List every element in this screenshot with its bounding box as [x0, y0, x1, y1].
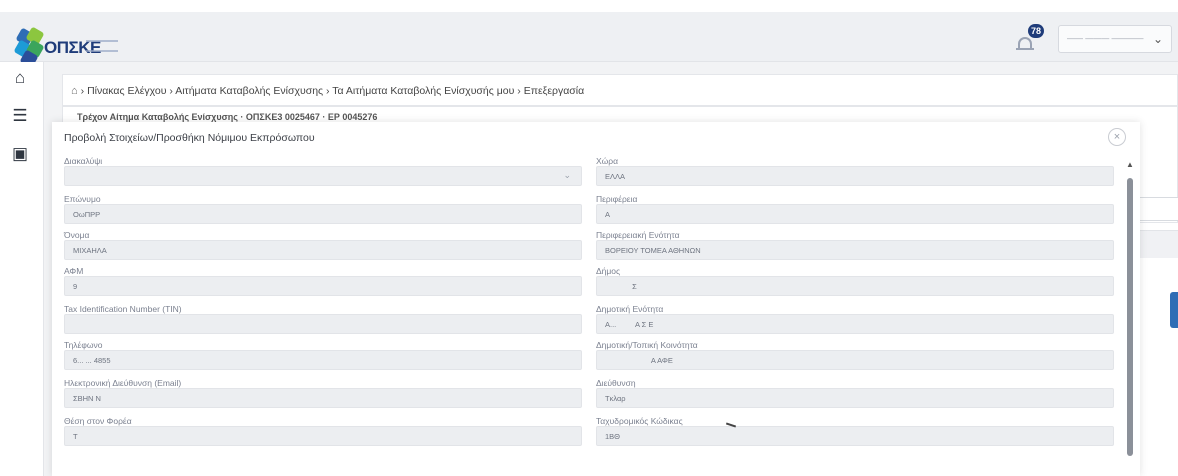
- field-label-surname: Επώνυμο: [64, 194, 101, 204]
- field-label-first-name: Όνομα: [64, 230, 90, 240]
- field-label-municipal-unit: Δημοτική Ενότητα: [596, 304, 664, 314]
- first-name-value: ΜΙΧΑΗΛΑ: [73, 246, 107, 255]
- home-icon[interactable]: ⌂: [9, 68, 31, 88]
- settings-tab-button[interactable]: [1170, 292, 1178, 328]
- address-field[interactable]: Τκλαρ: [596, 388, 1114, 408]
- field-label-position: Θέση στον Φορέα: [64, 416, 132, 426]
- regional-unit-field[interactable]: ΒΟΡΕΙΟΥ ΤΟΜΕΑ ΑΘΗΝΩΝ: [596, 240, 1114, 260]
- municipality-field[interactable]: Σ: [596, 276, 1114, 296]
- municipal-unit-field[interactable]: Α... Α Σ Ε: [596, 314, 1114, 334]
- chevron-down-icon: ⌄: [1152, 32, 1163, 46]
- municipality-value: Σ: [605, 282, 637, 291]
- field-label-email: Ηλεκτρονική Διεύθυνση (Email): [64, 378, 182, 388]
- background-card-title: Τρέχον Αίτημα Καταβολής Ενίσχυσης · ΟΠΣΚ…: [77, 112, 378, 122]
- postal-code-value: 1ΒΘ: [605, 432, 621, 441]
- municipal-unit-value: Α... Α Σ Ε: [605, 320, 654, 329]
- address-value: Τκλαρ: [605, 394, 626, 403]
- region-field[interactable]: Α: [596, 204, 1114, 224]
- breadcrumb-text[interactable]: › Πίνακας Ελέγχου › Αιτήματα Καταβολής Ε…: [81, 85, 585, 97]
- email-value: ΣΒΗΝ Ν: [73, 394, 101, 403]
- field-label-phone: Τηλέφωνο: [64, 340, 103, 350]
- surname-field[interactable]: ΟωΠΡΡ: [64, 204, 582, 224]
- header-bar: ΟΠΣΚΕ: [0, 12, 1178, 69]
- phone-field[interactable]: 6... ... 4855: [64, 350, 582, 370]
- home-icon[interactable]: ⌂: [71, 85, 78, 97]
- user-dropdown-value: —— ——— ————: [1067, 34, 1144, 43]
- field-label-country: Χώρα: [596, 156, 619, 166]
- notification-count-badge: 78: [1028, 24, 1045, 38]
- modal-scrollbar[interactable]: ▲: [1126, 160, 1134, 474]
- sliders-icon[interactable]: ☰: [9, 106, 31, 126]
- position-value: Τ: [73, 432, 78, 441]
- breadcrumb-bar: ⌂ › Πίνακας Ελέγχου › Αιτήματα Καταβολής …: [62, 74, 1178, 106]
- postal-code-field[interactable]: 1ΒΘ: [596, 426, 1114, 446]
- logo-subtitle-lines: [86, 40, 118, 52]
- phone-value: 6... ... 4855: [73, 356, 111, 365]
- background-side-card: [1134, 222, 1178, 476]
- top-spacer: [0, 0, 1178, 12]
- close-icon[interactable]: ×: [1108, 128, 1126, 146]
- legal-representative-modal: Προβολή Στοιχείων/Προσθήκη Νόμιμου Εκπρό…: [52, 122, 1140, 476]
- breadcrumb: ⌂ › Πίνακας Ελέγχου › Αιτήματα Καταβολής …: [71, 85, 584, 97]
- field-label-region: Περιφέρεια: [596, 194, 638, 204]
- email-field[interactable]: ΣΒΗΝ Ν: [64, 388, 582, 408]
- field-label-address: Διεύθυνση: [596, 378, 636, 388]
- country-field[interactable]: ΕΛΛΑ: [596, 166, 1114, 186]
- screen-icon[interactable]: ▣: [9, 144, 31, 164]
- mouse-cursor-icon: [726, 424, 736, 428]
- tin-field[interactable]: [64, 314, 582, 334]
- field-label-community: Δημοτική/Τοπική Κοινότητα: [596, 340, 698, 350]
- field-label-regional-unit: Περιφερειακή Ενότητα: [596, 230, 680, 240]
- community-field[interactable]: Α ΑΦΕ: [596, 350, 1114, 370]
- scroll-up-arrow-icon[interactable]: ▲: [1126, 160, 1134, 169]
- left-nav-rail: ⌂ ☰ ▣: [0, 62, 44, 476]
- user-dropdown[interactable]: —— ——— ———— ⌄: [1058, 25, 1172, 53]
- country-value: ΕΛΛΑ: [605, 172, 626, 181]
- field-label-appellation: Διακαλύψι: [64, 156, 103, 166]
- app-window: ΟΠΣΚΕ 78 —— ——— ———— ⌄ ⌂ ☰ ▣ ⌂ › Πίνακας …: [0, 0, 1178, 476]
- afm-field[interactable]: 9: [64, 276, 582, 296]
- regional-unit-value: ΒΟΡΕΙΟΥ ΤΟΜΕΑ ΑΘΗΝΩΝ: [605, 246, 701, 255]
- scrollbar-thumb[interactable]: [1127, 178, 1133, 456]
- afm-value: 9: [73, 282, 78, 291]
- chevron-down-icon: ⌄: [563, 170, 571, 180]
- field-label-municipality: Δήμος: [596, 266, 621, 276]
- first-name-field[interactable]: ΜΙΧΑΗΛΑ: [64, 240, 582, 260]
- position-field[interactable]: Τ: [64, 426, 582, 446]
- surname-value: ΟωΠΡΡ: [73, 210, 101, 219]
- modal-title: Προβολή Στοιχείων/Προσθήκη Νόμιμου Εκπρό…: [64, 132, 315, 144]
- field-label-postal-code: Ταχυδρομικός Κώδικας: [596, 416, 683, 426]
- community-value: Α ΑΦΕ: [605, 356, 673, 365]
- region-value: Α: [605, 210, 611, 219]
- field-label-afm: ΑΦΜ: [64, 266, 84, 276]
- appellation-select[interactable]: ⌄: [64, 166, 582, 186]
- field-label-tin: Tax Identification Number (TIN): [64, 304, 182, 314]
